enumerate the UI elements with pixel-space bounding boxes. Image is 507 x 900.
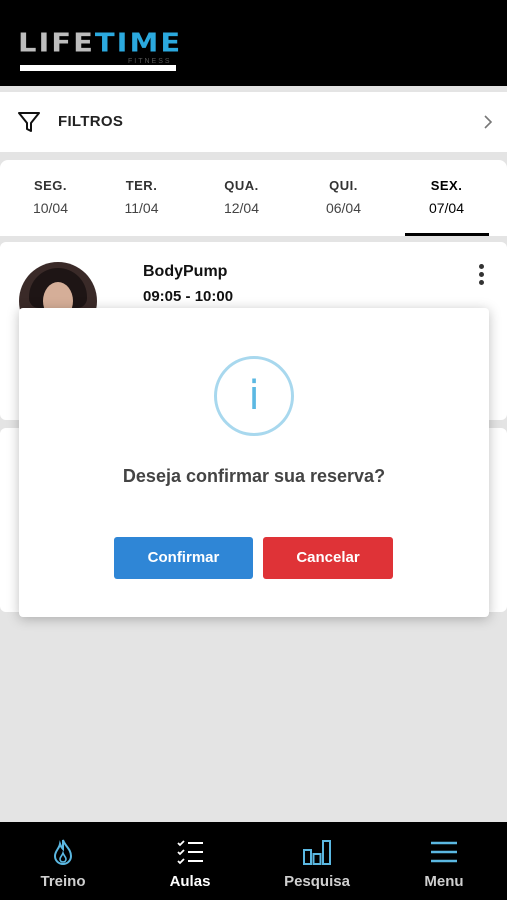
day-tab-qua[interactable]: QUA. 12/04 bbox=[191, 160, 292, 236]
top-bar: LIFETIME FITNESS bbox=[0, 0, 507, 86]
day-tab-sex[interactable]: SEX. 07/04 bbox=[396, 160, 497, 236]
day-selector: SEG. 10/04 TER. 11/04 QUA. 12/04 QUI. 06/04 … bbox=[0, 160, 507, 236]
more-options-icon[interactable] bbox=[476, 264, 486, 286]
bottom-tab-bar: Treino Aulas Pesquisa Menu bbox=[0, 822, 507, 900]
class-time: 09:05 - 10:00 bbox=[143, 288, 234, 305]
tab-menu[interactable]: Menu bbox=[381, 822, 507, 900]
lifetime-logo: LIFETIME FITNESS bbox=[18, 28, 180, 74]
filters-row[interactable]: FILTROS bbox=[0, 92, 507, 152]
day-tab-qui[interactable]: QUI. 06/04 bbox=[293, 160, 394, 236]
flame-icon bbox=[53, 839, 73, 866]
active-day-indicator bbox=[405, 233, 489, 236]
checklist-icon bbox=[177, 840, 203, 865]
confirm-reservation-dialog: ⅰ Deseja confirmar sua reserva? Confirma… bbox=[19, 308, 489, 617]
tab-pesquisa[interactable]: Pesquisa bbox=[254, 822, 380, 900]
tab-treino[interactable]: Treino bbox=[0, 822, 126, 900]
confirm-button[interactable]: Confirmar bbox=[114, 537, 253, 579]
day-tab-seg[interactable]: SEG. 10/04 bbox=[0, 160, 101, 236]
chevron-right-icon bbox=[484, 115, 493, 129]
class-title: BodyPump bbox=[143, 263, 228, 280]
tab-aulas[interactable]: Aulas bbox=[127, 822, 253, 900]
cancel-button[interactable]: Cancelar bbox=[263, 537, 393, 579]
hamburger-icon bbox=[431, 841, 457, 863]
bar-chart-icon bbox=[303, 840, 331, 865]
dialog-question: Deseja confirmar sua reserva? bbox=[122, 466, 386, 486]
day-tab-ter[interactable]: TER. 11/04 bbox=[91, 160, 192, 236]
info-icon: ⅰ bbox=[214, 356, 294, 436]
filter-icon bbox=[18, 112, 40, 132]
filters-label: FILTROS bbox=[58, 113, 124, 130]
